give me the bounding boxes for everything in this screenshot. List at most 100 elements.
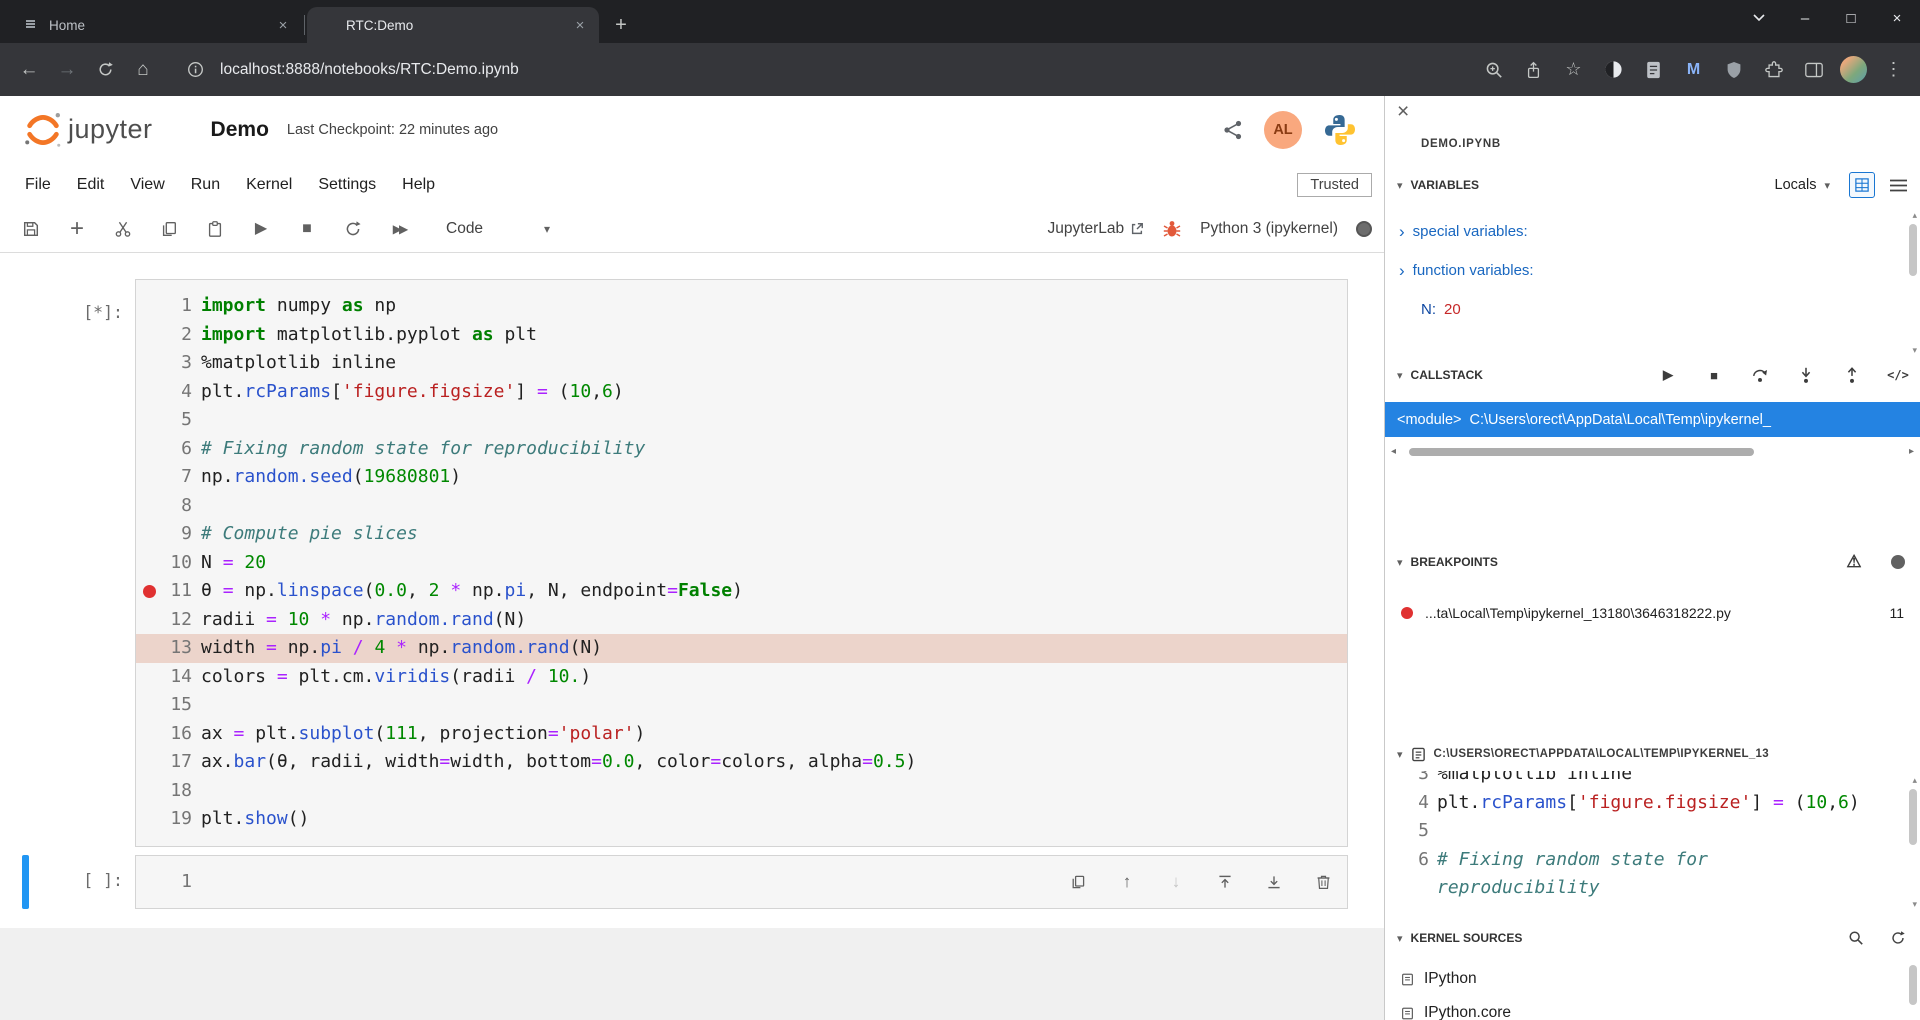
run-cell-button[interactable]: ▶ bbox=[238, 210, 284, 248]
breakpoint-gutter[interactable] bbox=[136, 378, 162, 407]
scroll-left-icon[interactable]: ◂ bbox=[1391, 446, 1396, 457]
code-line[interactable]: 15 bbox=[136, 691, 1347, 720]
scroll-up-icon[interactable]: ▴ bbox=[1912, 775, 1917, 786]
variable-special[interactable]: › special variables: bbox=[1385, 212, 1920, 251]
code-line[interactable]: 5 bbox=[136, 406, 1347, 435]
terminate-icon[interactable]: ■ bbox=[1704, 365, 1724, 385]
forward-icon[interactable]: → bbox=[48, 51, 86, 89]
code-line[interactable]: 4plt.rcParams['figure.figsize'] = (10,6) bbox=[136, 378, 1347, 407]
breakpoint-gutter[interactable] bbox=[136, 406, 162, 435]
table-view-toggle[interactable] bbox=[1849, 172, 1875, 198]
insert-cell-above-icon[interactable] bbox=[1215, 872, 1235, 892]
code-line[interactable]: 18 bbox=[136, 777, 1347, 806]
step-out-icon[interactable] bbox=[1842, 365, 1862, 385]
tab-home[interactable]: Home × bbox=[10, 7, 302, 43]
filter-sources-icon[interactable] bbox=[1846, 928, 1866, 948]
code-editor[interactable]: 1import numpy as np2import matplotlib.py… bbox=[135, 279, 1348, 847]
restart-kernel-button[interactable] bbox=[330, 210, 376, 248]
scroll-down-icon[interactable]: ▾ bbox=[1912, 899, 1917, 910]
profile-avatar[interactable] bbox=[1837, 53, 1870, 86]
code-line[interactable]: 3%matplotlib inline bbox=[136, 349, 1347, 378]
breakpoint-gutter[interactable] bbox=[136, 777, 162, 806]
code-line[interactable]: 14colors = plt.cm.viridis(radii / 10.) bbox=[136, 663, 1347, 692]
variable-function[interactable]: › function variables: bbox=[1385, 251, 1920, 290]
code-line[interactable]: 7np.random.seed(19680801) bbox=[136, 463, 1347, 492]
menu-view[interactable]: View bbox=[117, 163, 177, 206]
breakpoint-gutter[interactable] bbox=[136, 549, 162, 578]
debugger-bug-icon[interactable] bbox=[1162, 219, 1182, 239]
variables-section-header[interactable]: ▾ VARIABLES Locals ▾ bbox=[1385, 168, 1920, 202]
code-line[interactable]: 2import matplotlib.pyplot as plt bbox=[136, 321, 1347, 350]
kernel-source-item[interactable]: IPython.core bbox=[1385, 996, 1920, 1020]
extension-mail-icon[interactable]: M bbox=[1677, 53, 1710, 86]
browser-menu-icon[interactable]: ⋮ bbox=[1877, 53, 1910, 86]
zoom-icon[interactable] bbox=[1477, 53, 1510, 86]
tab-close-icon[interactable]: × bbox=[571, 16, 589, 34]
url-text[interactable]: localhost:8888/notebooks/RTC:Demo.ipynb bbox=[220, 61, 519, 79]
pause-on-exception-icon[interactable]: ⚠ bbox=[1844, 552, 1864, 572]
back-icon[interactable]: ← bbox=[10, 51, 48, 89]
breakpoint-gutter[interactable] bbox=[136, 691, 162, 720]
code-cell-2[interactable]: [ ]: 1 ↑ ↓ bbox=[0, 855, 1384, 910]
scroll-down-icon[interactable]: ▾ bbox=[1912, 345, 1917, 356]
site-info-icon[interactable] bbox=[176, 51, 214, 89]
code-line[interactable]: 11θ = np.linspace(0.0, 2 * np.pi, N, end… bbox=[136, 577, 1347, 606]
scrollbar-thumb[interactable] bbox=[1409, 448, 1754, 456]
scope-dropdown[interactable]: Locals ▾ bbox=[1775, 177, 1830, 193]
copy-cells-button[interactable] bbox=[146, 210, 192, 248]
duplicate-cell-icon[interactable] bbox=[1068, 872, 1088, 892]
breakpoint-gutter[interactable] bbox=[136, 321, 162, 350]
menu-edit[interactable]: Edit bbox=[64, 163, 118, 206]
new-tab-button[interactable]: + bbox=[607, 11, 635, 39]
extension-shield-icon[interactable] bbox=[1717, 53, 1750, 86]
code-editor[interactable]: 1 ↑ ↓ bbox=[135, 855, 1348, 910]
breakpoint-gutter[interactable] bbox=[136, 606, 162, 635]
scroll-right-icon[interactable]: ▸ bbox=[1909, 446, 1914, 457]
trusted-button[interactable]: Trusted bbox=[1297, 173, 1372, 197]
cell-type-dropdown[interactable]: Code ▾ bbox=[436, 220, 560, 238]
breakpoint-gutter[interactable] bbox=[136, 463, 162, 492]
minimize-button[interactable]: – bbox=[1782, 0, 1828, 36]
step-over-icon[interactable] bbox=[1750, 365, 1770, 385]
active-cell-indicator[interactable] bbox=[22, 855, 29, 910]
breakpoints-section-header[interactable]: ▾ BREAKPOINTS ⚠ bbox=[1385, 545, 1920, 579]
home-icon[interactable]: ⌂ bbox=[124, 51, 162, 89]
evaluate-code-icon[interactable]: </> bbox=[1888, 365, 1908, 385]
code-line[interactable]: 16ax = plt.subplot(111, projection='pola… bbox=[136, 720, 1347, 749]
open-jupyterlab-link[interactable]: JupyterLab bbox=[1047, 220, 1144, 238]
breakpoint-gutter[interactable] bbox=[136, 292, 162, 321]
code-line[interactable]: 17ax.bar(θ, radii, width=width, bottom=0… bbox=[136, 748, 1347, 777]
reload-icon[interactable] bbox=[86, 51, 124, 89]
scroll-up-icon[interactable]: ▴ bbox=[1912, 210, 1917, 221]
code-line[interactable]: 10N = 20 bbox=[136, 549, 1347, 578]
code-line[interactable]: 8 bbox=[136, 492, 1347, 521]
continue-icon[interactable]: ▶ bbox=[1658, 365, 1678, 385]
paste-cells-button[interactable] bbox=[192, 210, 238, 248]
menu-settings[interactable]: Settings bbox=[305, 163, 389, 206]
breakpoint-gutter[interactable] bbox=[136, 435, 162, 464]
tab-search-icon[interactable] bbox=[1736, 0, 1782, 36]
close-panel-icon[interactable]: × bbox=[1397, 100, 1409, 124]
extension-darkmode-icon[interactable] bbox=[1597, 53, 1630, 86]
breakpoint-gutter[interactable] bbox=[136, 634, 162, 663]
share-notebook-icon[interactable] bbox=[1222, 119, 1244, 141]
close-window-button[interactable]: × bbox=[1874, 0, 1920, 36]
notebook-title[interactable]: Demo bbox=[211, 118, 269, 142]
scrollbar-thumb[interactable] bbox=[1909, 224, 1917, 276]
source-viewer[interactable]: 3%matplotlib inline4plt.rcParams['figure… bbox=[1385, 771, 1920, 912]
step-in-icon[interactable] bbox=[1796, 365, 1816, 385]
menu-file[interactable]: File bbox=[12, 163, 64, 206]
breakpoint-gutter[interactable] bbox=[136, 663, 162, 692]
code-line[interactable]: 19plt.show() bbox=[136, 805, 1347, 834]
callstack-section-header[interactable]: ▾ CALLSTACK ▶ ■ </> bbox=[1385, 358, 1920, 392]
extension-document-icon[interactable] bbox=[1637, 53, 1670, 86]
move-cell-up-icon[interactable]: ↑ bbox=[1117, 872, 1137, 892]
delete-cell-icon[interactable] bbox=[1313, 872, 1333, 892]
share-icon[interactable] bbox=[1517, 53, 1550, 86]
code-line[interactable]: 9# Compute pie slices bbox=[136, 520, 1347, 549]
hamburger-menu-icon[interactable] bbox=[1888, 175, 1908, 195]
code-line[interactable]: 13width = np.pi / 4 * np.random.rand(N) bbox=[136, 634, 1347, 663]
interrupt-kernel-button[interactable]: ■ bbox=[284, 210, 330, 248]
menu-run[interactable]: Run bbox=[178, 163, 233, 206]
extensions-puzzle-icon[interactable] bbox=[1757, 53, 1790, 86]
